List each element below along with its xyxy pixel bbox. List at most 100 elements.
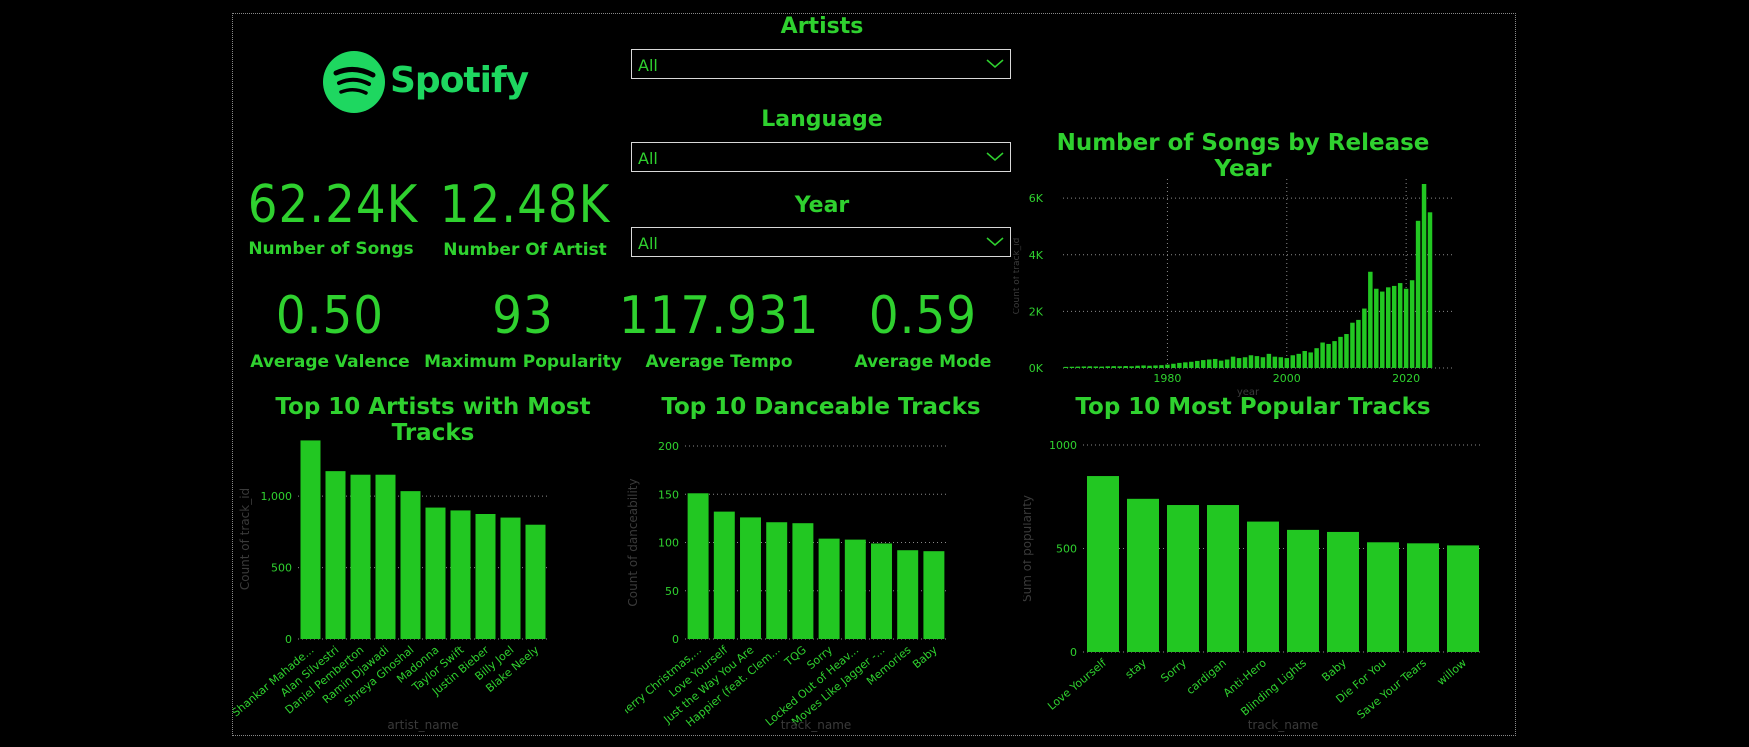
bar — [1087, 476, 1119, 652]
bar — [1367, 542, 1399, 652]
bar — [1403, 288, 1409, 368]
kpi-number-of-artist-value: 12.48K — [439, 175, 611, 235]
chevron-down-icon — [986, 237, 1004, 246]
bar — [1308, 352, 1313, 368]
bar — [1167, 505, 1199, 652]
bar — [1183, 362, 1188, 368]
bar — [871, 543, 892, 639]
x-tick-label: 2020 — [1392, 372, 1420, 385]
bar — [1127, 498, 1159, 652]
bar — [1254, 356, 1260, 368]
x-tick-label: Baby — [1319, 656, 1349, 684]
bar — [1407, 543, 1439, 652]
year-dropdown[interactable]: All — [631, 227, 1011, 257]
chart-top-danceable: 050100150200Merry Christmas,...Love Your… — [625, 440, 947, 732]
artists-dropdown[interactable]: All — [631, 49, 1011, 79]
bar — [1272, 356, 1278, 368]
bar — [1147, 365, 1152, 368]
year-dropdown-value: All — [638, 234, 658, 253]
bar — [1206, 359, 1212, 368]
x-tick-label: 2000 — [1273, 372, 1301, 385]
bar — [425, 507, 446, 639]
bar — [1123, 366, 1128, 368]
bar — [1266, 353, 1272, 368]
bar — [1362, 308, 1367, 368]
bar — [1135, 365, 1140, 368]
language-dropdown-value: All — [638, 149, 658, 168]
spotify-logo: Spotify — [322, 48, 529, 118]
slicer-title-artists: Artists — [780, 14, 864, 39]
bar — [1117, 366, 1122, 368]
bar — [1165, 364, 1170, 368]
kpi-number-of-songs-label: Number of Songs — [248, 239, 414, 259]
bar — [1230, 356, 1236, 368]
bar — [1287, 529, 1319, 652]
bar — [1344, 334, 1349, 368]
y-tick-label: 50 — [665, 585, 679, 598]
x-axis-title: year — [1237, 387, 1260, 398]
y-tick-label: 0 — [1070, 646, 1077, 659]
kpi-number-of-songs-value: 62.24K — [247, 175, 419, 235]
bar — [792, 523, 814, 639]
bar — [1314, 348, 1319, 368]
kpi-average-mode-value: 0.59 — [868, 286, 978, 346]
bar — [766, 522, 788, 639]
bar — [923, 551, 945, 639]
kpi-average-valence-label: Average Valence — [250, 352, 410, 372]
x-tick-label: stay — [1123, 656, 1150, 681]
spotify-wordmark: Spotify — [390, 60, 529, 101]
bar — [1427, 212, 1433, 368]
bar — [1350, 322, 1355, 368]
bar — [300, 440, 321, 639]
bar — [1356, 319, 1361, 368]
language-dropdown[interactable]: All — [631, 142, 1011, 172]
bar — [375, 474, 396, 639]
y-tick-label: 150 — [658, 488, 679, 501]
bar — [1397, 283, 1403, 368]
y-tick-label: 200 — [658, 440, 679, 453]
bar — [1447, 545, 1479, 652]
y-tick-label: 0K — [1029, 362, 1044, 375]
bar — [1290, 355, 1295, 368]
bar — [1368, 271, 1373, 368]
x-tick-label: 1980 — [1153, 372, 1181, 385]
bar — [1093, 366, 1099, 368]
dashboard-frame: Spotify Artists All Language All Year Al… — [232, 13, 1516, 736]
bar — [1247, 521, 1279, 652]
bar — [1386, 287, 1391, 368]
y-tick-label: 6K — [1029, 192, 1044, 205]
y-tick-label: 1000 — [1049, 439, 1077, 452]
bar — [1380, 291, 1385, 368]
bar — [1111, 366, 1116, 368]
chevron-down-icon — [986, 152, 1004, 161]
y-axis-title: Sum of popularity — [1023, 495, 1034, 602]
bar — [1260, 357, 1266, 368]
slicer-title-year: Year — [794, 193, 850, 218]
bar — [1141, 365, 1146, 368]
bar — [1302, 351, 1307, 368]
chart-top-artists: 05001,000Shankar Mahade...Alan Silvestri… — [233, 440, 548, 732]
bar — [897, 550, 919, 639]
bar — [1075, 366, 1081, 368]
bar — [1332, 341, 1337, 368]
bar — [844, 539, 866, 639]
bar — [1415, 220, 1421, 368]
x-tick-label: Baby — [910, 643, 940, 671]
x-tick-label: Sorry — [1158, 656, 1189, 685]
bar — [1278, 357, 1284, 368]
x-axis-title: track_name — [1248, 718, 1319, 732]
chevron-down-icon — [986, 59, 1004, 68]
bar — [475, 514, 496, 639]
bar — [1326, 343, 1331, 368]
bar — [818, 538, 840, 639]
bar — [1129, 366, 1134, 368]
y-tick-label: 4K — [1029, 249, 1044, 262]
x-tick-label: willow — [1435, 656, 1469, 688]
bar — [1189, 361, 1194, 368]
bar — [1081, 366, 1087, 368]
bar — [1409, 280, 1415, 368]
x-tick-label: Love Yourself — [1045, 656, 1110, 713]
y-tick-label: 500 — [1056, 543, 1077, 556]
slicer-title-language: Language — [761, 107, 883, 132]
bar — [1218, 360, 1224, 368]
